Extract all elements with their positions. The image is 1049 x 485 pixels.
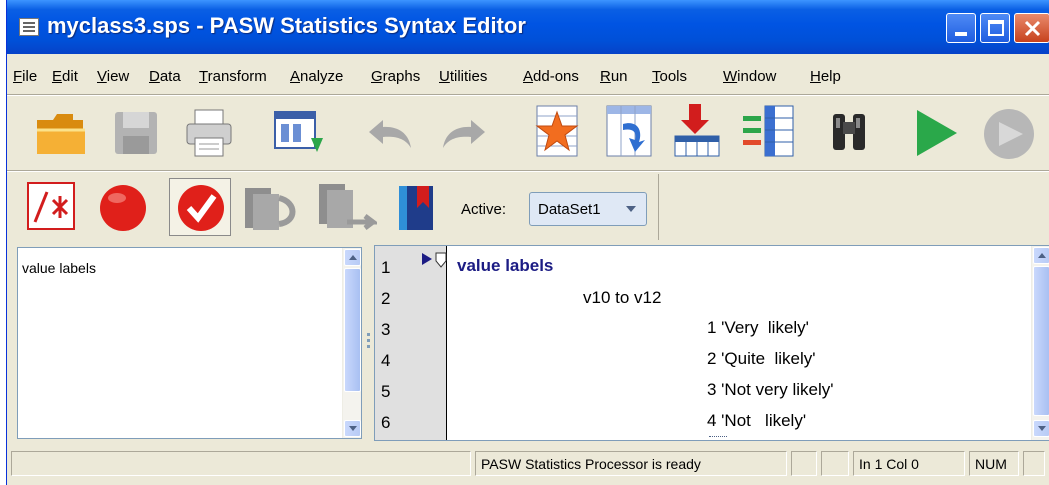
- editor-scrollbar[interactable]: [1031, 246, 1049, 440]
- open-folder-icon[interactable]: [33, 106, 89, 160]
- menu-run[interactable]: Run: [600, 68, 628, 85]
- scroll-thumb[interactable]: [344, 268, 361, 392]
- minimize-button[interactable]: [946, 13, 976, 43]
- status-position: In 1 Col 0: [853, 451, 965, 476]
- redo-icon[interactable]: [439, 114, 491, 154]
- breakpoint-icon[interactable]: [97, 182, 149, 234]
- code-line[interactable]: value labels: [457, 256, 553, 276]
- undo-icon[interactable]: [363, 114, 415, 154]
- bookmark-icon[interactable]: [395, 182, 439, 232]
- line-number: 2: [381, 289, 391, 308]
- window-title: myclass3.sps - PASW Statistics Syntax Ed…: [47, 13, 526, 38]
- navigation-scrollbar[interactable]: [342, 248, 361, 438]
- active-dataset-value: DataSet1: [538, 201, 601, 218]
- scroll-up-button[interactable]: [1033, 247, 1049, 264]
- print-icon[interactable]: [183, 108, 235, 158]
- line-number: 4: [381, 351, 391, 370]
- find-binoculars-icon[interactable]: [829, 108, 869, 154]
- menu-utilities[interactable]: Utilities: [439, 68, 487, 85]
- code-line[interactable]: 3 'Not very likely': [707, 380, 833, 400]
- status-processor: PASW Statistics Processor is ready: [475, 451, 787, 476]
- menu-data[interactable]: Data: [149, 68, 181, 85]
- stop-processor-icon[interactable]: [979, 106, 1039, 162]
- syntax-app-icon: [19, 18, 39, 36]
- line-number: 1: [381, 258, 391, 277]
- scroll-down-button[interactable]: [1033, 420, 1049, 437]
- menu-separator: [7, 94, 1049, 96]
- comment-icon[interactable]: [27, 182, 75, 230]
- menu-graphs[interactable]: Graphs: [371, 68, 420, 85]
- status-cell: [821, 451, 849, 476]
- command-span-marker-icon[interactable]: [435, 252, 447, 268]
- save-disk-icon[interactable]: [111, 108, 161, 158]
- status-bar: PASW Statistics Processor is ready In 1 …: [7, 448, 1049, 478]
- status-cell: [1023, 451, 1045, 476]
- menu-tools[interactable]: Tools: [652, 68, 687, 85]
- menu-edit[interactable]: Edit: [52, 68, 78, 85]
- step-icon[interactable]: [243, 184, 301, 234]
- status-processor-text: PASW Statistics Processor is ready: [481, 456, 701, 472]
- title-bar[interactable]: myclass3.sps - PASW Statistics Syntax Ed…: [7, 0, 1049, 54]
- syntax-editor-window: myclass3.sps - PASW Statistics Syntax Ed…: [6, 0, 1049, 485]
- code-line[interactable]: 4 'Not likely': [707, 411, 806, 431]
- recall-dialog-icon[interactable]: [271, 108, 327, 160]
- variables-icon[interactable]: [741, 104, 797, 160]
- maximize-button[interactable]: [980, 13, 1010, 43]
- run-selection-icon[interactable]: [913, 106, 961, 160]
- active-dataset-label: Active:: [461, 201, 507, 218]
- menu-window[interactable]: Window: [723, 68, 776, 85]
- menu-analyze[interactable]: Analyze: [290, 68, 343, 85]
- status-position-text: In 1 Col 0: [859, 456, 919, 472]
- nav-item-value-labels[interactable]: value labels: [22, 260, 96, 276]
- goto-variable-icon[interactable]: [603, 104, 655, 160]
- step-out-icon[interactable]: [317, 182, 377, 236]
- status-message-cell: [11, 451, 471, 476]
- syntax-editor-pane[interactable]: 1 2 3 4 5 6 value labels v10 to v12 1 'V…: [374, 245, 1049, 441]
- menu-view[interactable]: View: [97, 68, 129, 85]
- code-line[interactable]: v10 to v12: [583, 288, 661, 308]
- code-line[interactable]: 2 'Quite likely': [707, 349, 816, 369]
- chevron-down-icon: [626, 206, 636, 212]
- gutter-divider: [446, 246, 447, 440]
- line-number: 5: [381, 382, 391, 401]
- menu-transform[interactable]: Transform: [199, 68, 267, 85]
- scroll-up-button[interactable]: [344, 249, 361, 266]
- menu-bar: File Edit View Data Transform Analyze Gr…: [7, 62, 1049, 92]
- scroll-down-button[interactable]: [344, 420, 361, 437]
- goto-case-icon[interactable]: [531, 104, 583, 160]
- menu-file[interactable]: File: [13, 68, 37, 85]
- code-line[interactable]: 1 'Very likely': [707, 318, 809, 338]
- status-num-text: NUM: [975, 456, 1007, 472]
- menu-help[interactable]: Help: [810, 68, 841, 85]
- menu-add-ons[interactable]: Add-ons: [523, 68, 579, 85]
- close-button[interactable]: [1014, 13, 1049, 43]
- main-toolbar: [7, 98, 1049, 168]
- current-line-arrow-icon: [422, 253, 432, 265]
- horizontal-splitter-grip[interactable]: [709, 436, 727, 439]
- minimize-icon: [955, 32, 967, 36]
- status-cell: [791, 451, 817, 476]
- close-icon: [1024, 20, 1041, 37]
- status-num: NUM: [969, 451, 1019, 476]
- scroll-thumb[interactable]: [1033, 266, 1049, 416]
- toolbar-separator: [7, 170, 1049, 172]
- active-dataset-select[interactable]: DataSet1: [529, 192, 647, 226]
- maximize-icon: [988, 20, 1004, 36]
- pane-splitter[interactable]: [366, 247, 374, 439]
- line-number: 6: [381, 413, 391, 432]
- validate-icon: [178, 185, 224, 231]
- validate-button[interactable]: [169, 178, 231, 236]
- insert-cases-icon[interactable]: [671, 102, 723, 160]
- line-number: 3: [381, 320, 391, 339]
- navigation-pane: value labels: [17, 247, 362, 439]
